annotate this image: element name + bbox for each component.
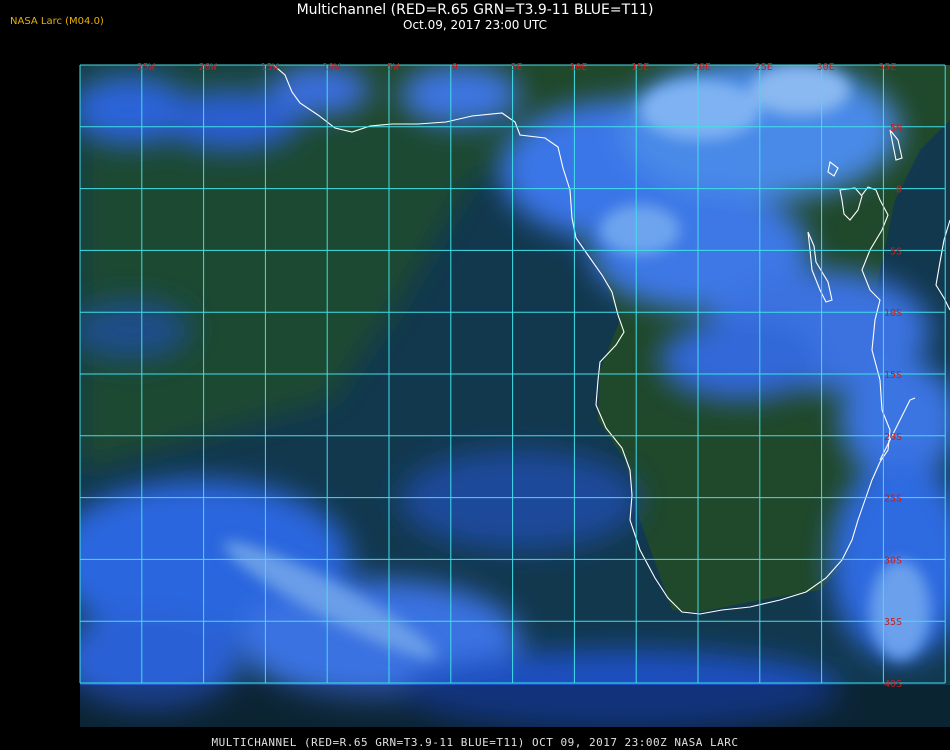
- latitude-label: 25S: [884, 494, 902, 505]
- longitude-label: 15W: [260, 62, 279, 73]
- latitude-label: 30S: [884, 555, 902, 566]
- longitude-label: 10W: [322, 62, 341, 73]
- longitude-label: 25W: [137, 62, 156, 73]
- latitude-label: 5S: [890, 246, 902, 257]
- longitude-label: 15E: [631, 62, 649, 73]
- footer-caption: MULTICHANNEL (RED=R.65 GRN=T3.9-11 BLUE=…: [211, 736, 739, 749]
- longitude-label: 25E: [755, 62, 773, 73]
- image-datetime: Oct.09, 2017 23:00 UTC: [403, 18, 547, 32]
- longitude-label: 35E: [878, 62, 896, 73]
- longitude-label: 5W: [387, 62, 400, 73]
- latitude-label: 35S: [884, 617, 902, 628]
- satellite-image: 25W 20W 15W 10W 5W 0 5E 10E 15E 20E 25E 30E 35E 5N 0 5…: [79, 62, 950, 727]
- latitude-label: 0: [896, 185, 902, 196]
- longitude-label: 20W: [199, 62, 218, 73]
- image-title: Multichannel (RED=R.65 GRN=T3.9-11 BLUE=…: [296, 2, 654, 18]
- latitude-label: 10S: [884, 308, 902, 319]
- latitude-label: 40S: [884, 679, 902, 690]
- longitude-label: 0: [452, 62, 458, 73]
- longitude-label: 30E: [817, 62, 835, 73]
- latitude-label: 5N: [890, 123, 902, 134]
- longitude-label: 5E: [511, 62, 523, 73]
- longitude-label: 10E: [569, 62, 587, 73]
- latitude-label: 20S: [884, 432, 902, 443]
- latitude-label: 15S: [884, 370, 902, 381]
- longitude-label: 20E: [693, 62, 711, 73]
